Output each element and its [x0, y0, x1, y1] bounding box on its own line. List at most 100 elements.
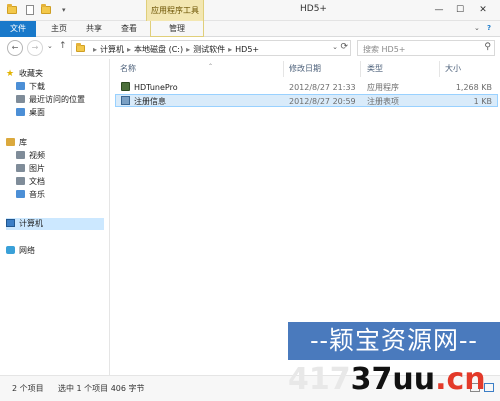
window-title: HD5+ — [300, 4, 327, 14]
tab-manage[interactable]: 管理 — [150, 21, 204, 37]
file-name: 注册信息 — [134, 97, 166, 106]
sidebar-item-pictures[interactable]: 图片 — [16, 163, 45, 175]
sidebar-item-videos[interactable]: 视频 — [16, 150, 45, 162]
sidebar-item-favorites[interactable]: ★ 收藏夹 — [6, 68, 43, 80]
file-size: 1 KB — [473, 97, 492, 106]
sidebar-item-label: 音乐 — [29, 190, 45, 199]
file-type: 注册表项 — [367, 97, 399, 106]
folder-icon — [76, 43, 85, 52]
music-icon — [16, 190, 25, 198]
sidebar-item-label: 文档 — [29, 177, 45, 186]
up-button[interactable]: ↑ — [59, 41, 67, 51]
search-input[interactable]: 搜索 HD5+ ⚲ — [357, 40, 495, 56]
sidebar-item-desktop[interactable]: 桌面 — [16, 107, 45, 119]
status-selection: 选中 1 个项目 406 字节 — [58, 384, 145, 393]
sort-caret-icon: ⌃ — [208, 63, 214, 70]
title-bar: ▾ 应用程序工具 HD5+ — ☐ ✕ — [0, 0, 500, 21]
tab-file[interactable]: 文件 — [0, 21, 36, 37]
breadcrumb-separator[interactable]: ▸ — [228, 45, 232, 54]
column-header-size[interactable]: 大小 — [445, 59, 461, 79]
search-icon[interactable]: ⚲ — [484, 42, 491, 52]
file-size: 1,268 KB — [455, 83, 492, 92]
sidebar-item-label: 库 — [19, 138, 27, 147]
sidebar-item-recent-places[interactable]: 最近访问的位置 — [16, 94, 85, 106]
sidebar-item-music[interactable]: 音乐 — [16, 189, 45, 201]
tab-view[interactable]: 查看 — [115, 21, 143, 37]
sidebar-item-label: 网络 — [19, 246, 35, 255]
watermark-url-main: 37uu — [350, 362, 436, 397]
customize-quick-access-icon[interactable]: ▾ — [62, 6, 68, 14]
navigation-bar: ← → ⌄ ↑ ▸ 计算机 ▸ 本地磁盘 (C:) ▸ 测试软件 ▸ HD5+ ⌄ ⟳ 搜索 … — [0, 37, 500, 59]
breadcrumb-item-hd5[interactable]: HD5+ — [235, 45, 259, 54]
pictures-icon — [16, 164, 25, 172]
file-date: 2012/8/27 20:59 — [289, 97, 356, 106]
network-icon — [6, 246, 15, 254]
download-icon — [16, 82, 25, 90]
sidebar-item-label: 收藏夹 — [19, 69, 43, 78]
tab-home[interactable]: 主页 — [45, 21, 73, 37]
refresh-icon[interactable]: ⟳ — [340, 42, 348, 52]
breadcrumb-item-local-disk[interactable]: 本地磁盘 (C:) — [134, 45, 183, 54]
application-icon — [121, 82, 130, 91]
library-icon — [6, 138, 15, 146]
table-row[interactable]: 注册信息 2012/8/27 20:59 注册表项 1 KB — [115, 94, 498, 107]
watermark-banner: --颖宝资源网-- — [288, 322, 500, 360]
file-date: 2012/8/27 21:33 — [289, 83, 356, 92]
table-row[interactable]: HDTunePro 2012/8/27 21:33 应用程序 1,268 KB — [115, 81, 498, 94]
computer-icon — [6, 219, 15, 227]
video-icon — [16, 151, 25, 159]
context-tab-app-tools: 应用程序工具 — [146, 0, 204, 21]
close-button[interactable]: ✕ — [474, 2, 492, 18]
help-icon[interactable]: ? — [487, 24, 491, 32]
watermark-url-suffix: .cn — [435, 362, 486, 397]
file-type: 应用程序 — [367, 83, 399, 92]
column-header-name[interactable]: 名称 ⌃ — [120, 59, 213, 79]
column-header-date[interactable]: 修改日期 — [289, 59, 321, 79]
recent-locations-icon[interactable]: ⌄ — [47, 42, 53, 50]
ribbon-tabs: 文件 主页 共享 查看 管理 ⌄ ? — [0, 21, 500, 37]
tab-share[interactable]: 共享 — [80, 21, 108, 37]
address-dropdown-icon[interactable]: ⌄ — [332, 43, 338, 51]
breadcrumb-item-test-software[interactable]: 测试软件 — [193, 45, 225, 54]
sidebar-item-documents[interactable]: 文档 — [16, 176, 45, 188]
maximize-button[interactable]: ☐ — [451, 2, 469, 18]
folder-icon[interactable] — [6, 4, 18, 16]
sidebar-item-network[interactable]: 网络 — [6, 245, 35, 257]
desktop-icon — [16, 108, 25, 116]
sidebar-item-label: 下载 — [29, 82, 45, 91]
properties-icon[interactable] — [24, 4, 36, 16]
status-item-count: 2 个项目 — [12, 384, 44, 393]
column-header-label: 名称 — [120, 64, 136, 73]
sidebar-item-label: 视频 — [29, 151, 45, 160]
forward-button[interactable]: → — [27, 40, 43, 56]
search-placeholder: 搜索 HD5+ — [363, 45, 406, 54]
sidebar-item-label: 桌面 — [29, 108, 45, 117]
column-divider[interactable] — [360, 61, 361, 77]
new-folder-icon[interactable] — [40, 4, 52, 16]
registry-file-icon — [121, 96, 130, 105]
minimize-button[interactable]: — — [430, 2, 448, 18]
back-button[interactable]: ← — [7, 40, 23, 56]
sidebar-item-computer[interactable]: 计算机 — [6, 218, 104, 230]
file-name-cell: 注册信息 — [121, 95, 166, 108]
expand-ribbon-icon[interactable]: ⌄ — [474, 24, 480, 32]
column-header-type[interactable]: 类型 — [367, 59, 383, 79]
watermark-url: 41737uu.cn — [288, 360, 500, 400]
breadcrumb-separator[interactable]: ▸ — [127, 45, 131, 54]
column-divider[interactable] — [439, 61, 440, 77]
sidebar-item-label: 最近访问的位置 — [29, 95, 85, 104]
file-name-cell: HDTunePro — [121, 81, 178, 94]
sidebar-item-libraries[interactable]: 库 — [6, 137, 27, 149]
address-bar[interactable]: ▸ 计算机 ▸ 本地磁盘 (C:) ▸ 测试软件 ▸ HD5+ ⌄ ⟳ — [71, 40, 351, 56]
sidebar-item-downloads[interactable]: 下载 — [16, 81, 45, 93]
column-divider[interactable] — [283, 61, 284, 77]
file-name: HDTunePro — [134, 83, 178, 92]
breadcrumb-item-computer[interactable]: 计算机 — [100, 45, 124, 54]
breadcrumb-separator[interactable]: ▸ — [186, 45, 190, 54]
watermark-url-prefix: 417 — [288, 362, 351, 397]
documents-icon — [16, 177, 25, 185]
breadcrumb: ▸ 计算机 ▸ 本地磁盘 (C:) ▸ 测试软件 ▸ HD5+ — [90, 44, 259, 55]
sidebar-item-label: 计算机 — [19, 219, 43, 228]
breadcrumb-separator: ▸ — [93, 45, 98, 54]
navigation-pane: ★ 收藏夹 下载 最近访问的位置 桌面 库 视频 图片 文档 音乐 计算机 网络 — [0, 59, 110, 375]
